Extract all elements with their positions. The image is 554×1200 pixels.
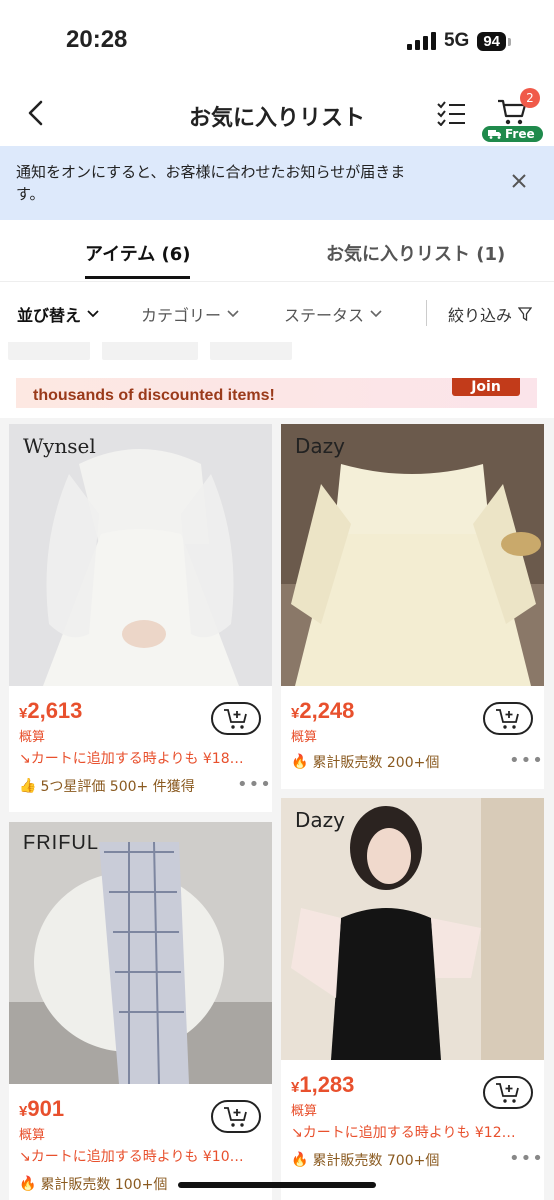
thumbs-up-icon: 👍 xyxy=(19,778,37,794)
sort-label: 並び替え xyxy=(17,306,82,325)
home-indicator[interactable] xyxy=(178,1182,376,1188)
product-image[interactable] xyxy=(281,798,544,1060)
battery-icon: 94 xyxy=(477,31,511,51)
free-label: Free xyxy=(505,127,535,141)
product-image[interactable] xyxy=(9,424,272,686)
more-options-icon[interactable]: ••• xyxy=(509,1148,544,1169)
tab-bar: アイテム (6) お気に入りリスト (1) xyxy=(0,220,554,282)
category-dropdown[interactable]: カテゴリー xyxy=(141,302,239,326)
add-cart-icon xyxy=(496,708,519,729)
product-image[interactable] xyxy=(9,822,272,1084)
quick-filter-chips xyxy=(0,342,554,368)
status-label: ステータス xyxy=(284,306,365,325)
add-to-cart-button[interactable] xyxy=(211,702,261,735)
product-image[interactable] xyxy=(281,424,544,686)
add-cart-icon xyxy=(224,1106,247,1127)
price-approx-label: 概算 xyxy=(291,730,318,745)
product-card[interactable]: Wynsel ¥2,613 概算 ↘カートに追加する時よりも ¥18… 👍 5つ星… xyxy=(9,424,272,812)
price: ¥2,613 xyxy=(19,698,83,723)
price-approx-label: 概算 xyxy=(19,730,46,745)
price: ¥1,283 xyxy=(291,1072,355,1097)
price-drop-note: ↘カートに追加する時よりも ¥18… xyxy=(19,751,244,767)
price: ¥901 xyxy=(19,1096,65,1121)
promo-text: thousands of discounted items! xyxy=(33,387,275,404)
more-options-icon[interactable]: ••• xyxy=(509,750,544,771)
truck-icon xyxy=(488,130,501,139)
add-to-cart-button[interactable] xyxy=(211,1100,261,1133)
page-title: お気に入りリスト xyxy=(188,106,365,131)
quick-filter-chip[interactable] xyxy=(8,342,90,360)
refine-label: 絞り込み xyxy=(448,306,513,325)
chevron-down-icon xyxy=(370,310,382,318)
chevron-down-icon xyxy=(227,310,239,318)
price-drop-note: ↘カートに追加する時よりも ¥10… xyxy=(19,1149,244,1165)
quick-filter-chip[interactable] xyxy=(210,342,292,360)
filter-icon xyxy=(518,307,533,321)
nav-header: お気に入りリスト 2 Free xyxy=(0,80,554,146)
quick-filter-chip[interactable] xyxy=(102,342,198,360)
flame-icon: 🔥 xyxy=(291,1152,309,1168)
price-approx-label: 概算 xyxy=(291,1104,318,1119)
signal-icon xyxy=(406,32,436,50)
network-label: 5G xyxy=(443,30,470,51)
tab-items[interactable]: アイテム (6) xyxy=(85,240,191,279)
status-time: 20:28 xyxy=(66,26,128,53)
more-options-icon[interactable]: ••• xyxy=(237,774,272,795)
price-approx-label: 概算 xyxy=(19,1128,46,1143)
trend-down-icon: ↘ xyxy=(19,1149,31,1165)
free-shipping-badge: Free xyxy=(482,126,543,142)
promo-inner[interactable]: thousands of discounted items! Join xyxy=(16,378,537,408)
divider xyxy=(426,300,427,326)
flame-icon: 🔥 xyxy=(291,754,309,770)
product-card[interactable]: Dazy ¥1,283 概算 ↘カートに追加する時よりも ¥12… 🔥 累計販売数… xyxy=(281,798,544,1200)
brand-logo: Dazy xyxy=(295,434,345,458)
checklist-icon[interactable] xyxy=(436,100,466,126)
chevron-down-icon xyxy=(87,310,99,318)
add-to-cart-button[interactable] xyxy=(483,702,533,735)
brand-logo: FRIFUL xyxy=(23,832,99,854)
promo-banner: thousands of discounted items! Join xyxy=(0,368,554,418)
sort-dropdown[interactable]: 並び替え xyxy=(17,302,99,326)
price: ¥2,248 xyxy=(291,698,355,723)
add-cart-icon xyxy=(496,1082,519,1103)
category-label: カテゴリー xyxy=(141,306,222,325)
sales-stat: 🔥 累計販売数 100+個 xyxy=(19,1176,168,1193)
add-to-cart-button[interactable] xyxy=(483,1076,533,1109)
status-dropdown[interactable]: ステータス xyxy=(284,302,382,326)
status-bar: 20:28 5G 94 xyxy=(0,0,554,80)
notification-banner: 通知をオンにすると、お客様に合わせたお知らせが届きます。 開く xyxy=(0,146,554,345)
tab-wishlists[interactable]: お気に入りリスト (1) xyxy=(326,240,505,266)
sales-stat: 🔥 累計販売数 200+個 xyxy=(291,754,440,771)
refine-button[interactable]: 絞り込み xyxy=(448,302,533,326)
status-icons: 5G 94 xyxy=(406,30,511,52)
add-cart-icon xyxy=(224,708,247,729)
join-button[interactable]: Join xyxy=(452,378,520,396)
trend-down-icon: ↘ xyxy=(291,1125,303,1141)
cart-count-badge: 2 xyxy=(520,88,540,108)
rating-stat: 👍 5つ星評価 500+ 件獲得 xyxy=(19,778,195,795)
trend-down-icon: ↘ xyxy=(19,751,31,767)
price-drop-note: ↘カートに追加する時よりも ¥12… xyxy=(291,1125,516,1141)
product-card[interactable]: Dazy ¥2,248 概算 🔥 累計販売数 200+個 ••• xyxy=(281,424,544,789)
brand-logo: Wynsel xyxy=(23,434,96,458)
notification-text: 通知をオンにすると、お客様に合わせたお知らせが届きます。 xyxy=(16,163,406,203)
sales-stat: 🔥 累計販売数 700+個 xyxy=(291,1152,440,1169)
product-card[interactable]: FRIFUL ¥901 概算 ↘カートに追加する時よりも ¥10… 🔥 累計販売数… xyxy=(9,822,272,1200)
brand-logo: Dazy xyxy=(295,808,345,832)
flame-icon: 🔥 xyxy=(19,1176,37,1192)
filter-bar: 並び替え カテゴリー ステータス 絞り込み xyxy=(0,282,554,342)
close-icon[interactable] xyxy=(510,172,528,190)
